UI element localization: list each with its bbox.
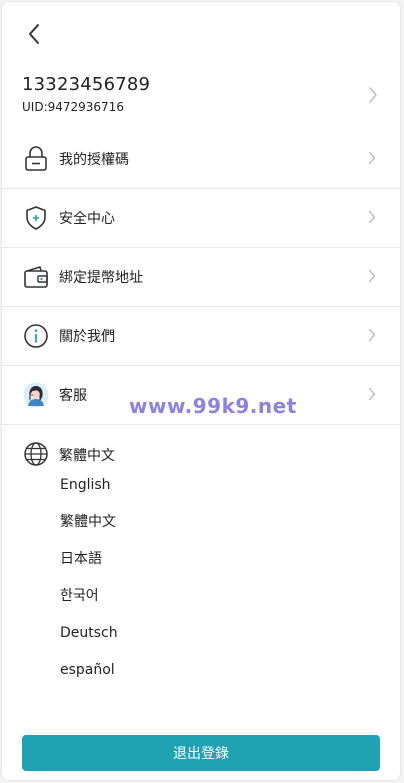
customer-service-avatar-icon (23, 382, 49, 408)
language-selector[interactable]: 繁體中文 (2, 442, 400, 466)
watermark-text: www.99k9.net (129, 394, 297, 418)
menu-item-authorization-code[interactable]: 我的授權碼 (2, 130, 400, 189)
back-button[interactable] (20, 20, 48, 48)
menu-item-security-center[interactable]: 安全中心 (2, 189, 400, 248)
chevron-left-icon (29, 24, 39, 44)
uid-label: UID:9472936716 (22, 100, 124, 114)
language-options-list: English 繁體中文 日本語 한국어 Deutsch español (60, 476, 118, 698)
menu-item-label: 我的授權碼 (59, 152, 129, 168)
info-icon (23, 323, 49, 349)
menu-item-withdrawal-address[interactable]: 綁定提幣地址 (2, 248, 400, 307)
language-option-japanese[interactable]: 日本語 (60, 550, 118, 587)
menu-list: 我的授權碼 安全中心 綁定提幣地址 關於我們 客服 (2, 130, 400, 425)
current-language-label: 繁體中文 (59, 448, 115, 464)
menu-item-about-us[interactable]: 關於我們 (2, 307, 400, 366)
language-option-spanish[interactable]: español (60, 661, 118, 698)
menu-item-label: 客服 (59, 388, 87, 404)
language-option-german[interactable]: Deutsch (60, 624, 118, 661)
chevron-right-icon (368, 210, 376, 224)
profile-row[interactable]: 13323456789 UID:9472936716 (2, 68, 400, 130)
logout-button[interactable]: 退出登錄 (22, 735, 380, 771)
shield-icon (23, 205, 49, 231)
chevron-right-icon (369, 87, 377, 103)
phone-number: 13323456789 (22, 74, 151, 95)
menu-item-label: 關於我們 (59, 329, 115, 345)
menu-item-label: 綁定提幣地址 (59, 270, 143, 286)
globe-icon (23, 441, 49, 467)
lock-icon (23, 146, 49, 172)
chevron-right-icon (368, 387, 376, 401)
menu-item-label: 安全中心 (59, 211, 115, 227)
chevron-right-icon (368, 151, 376, 165)
settings-page: 13323456789 UID:9472936716 我的授權碼 安全中心 綁定… (1, 1, 401, 781)
language-option-english[interactable]: English (60, 476, 118, 513)
chevron-right-icon (368, 328, 376, 342)
language-option-traditional-chinese[interactable]: 繁體中文 (60, 513, 118, 550)
chevron-right-icon (368, 269, 376, 283)
wallet-icon (23, 264, 49, 290)
language-option-korean[interactable]: 한국어 (60, 587, 118, 624)
language-section: 繁體中文 English 繁體中文 日本語 한국어 Deutsch españo… (2, 442, 400, 678)
